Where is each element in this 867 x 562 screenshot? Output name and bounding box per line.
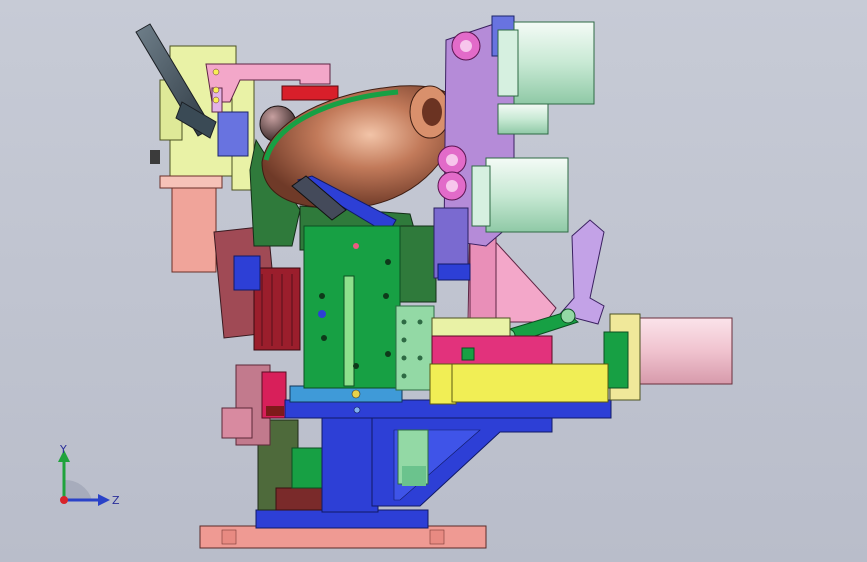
- fixture-assembly-model[interactable]: [0, 0, 867, 562]
- axis-triad: Y Z: [58, 443, 120, 507]
- lavender-link[interactable]: [559, 219, 605, 325]
- cad-viewport[interactable]: Y Z: [0, 0, 867, 562]
- base-plate[interactable]: [199, 509, 487, 549]
- air-cylinder-lower[interactable]: [471, 157, 569, 233]
- air-cylinder-upper[interactable]: [497, 21, 595, 135]
- origin-point: [60, 496, 68, 504]
- y-axis-label: Y: [59, 443, 67, 456]
- z-axis-label: Z: [112, 494, 120, 507]
- copper-bowl[interactable]: [261, 85, 459, 209]
- light-green-block[interactable]: [395, 305, 435, 391]
- main-green-plate[interactable]: [303, 225, 401, 389]
- blue-pedestal[interactable]: [321, 411, 553, 513]
- air-cylinder-right[interactable]: [603, 313, 733, 401]
